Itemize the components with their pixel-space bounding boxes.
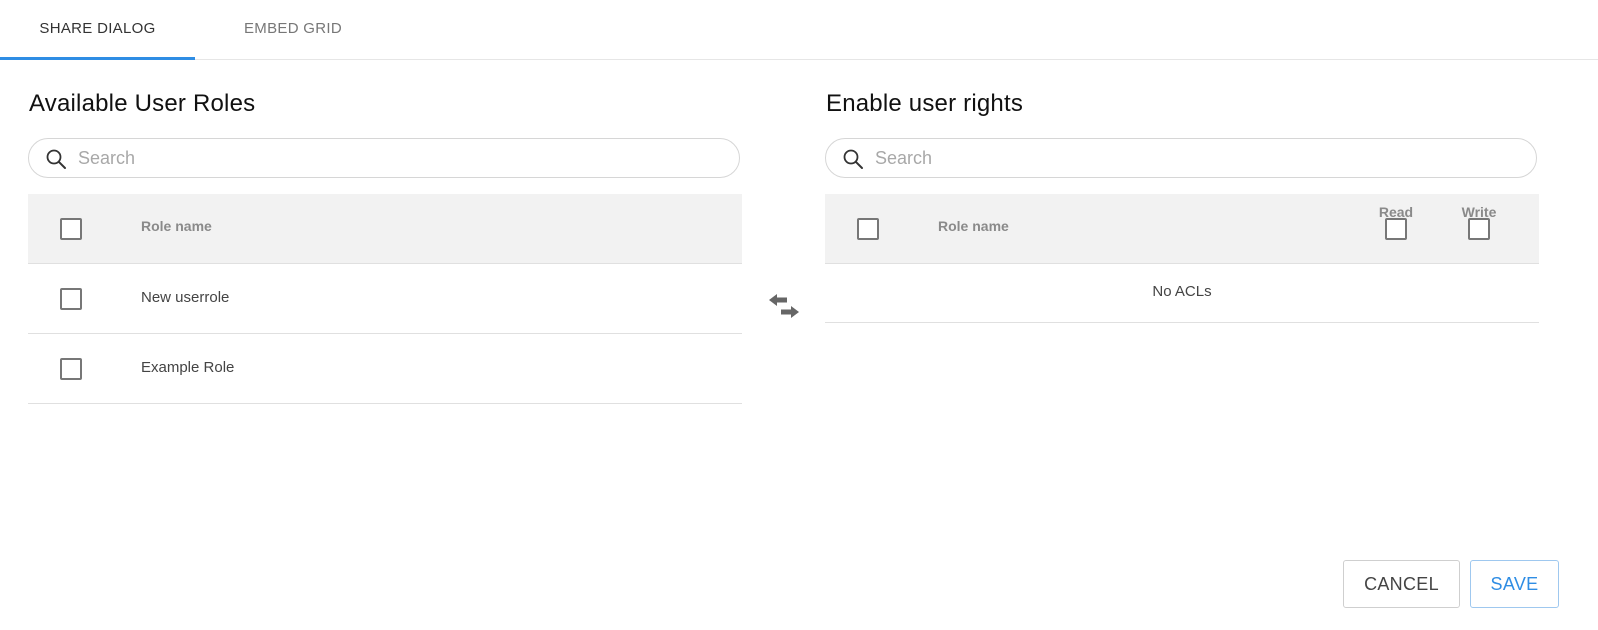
role-name-column-header: Role name xyxy=(141,218,212,234)
tab-embed-grid[interactable]: Embed grid xyxy=(195,0,391,59)
role-name-cell: New userrole xyxy=(141,289,230,306)
user-rights-table: Role name Read Write No ACLs xyxy=(825,194,1539,323)
swap-arrows-icon[interactable] xyxy=(767,292,801,320)
available-roles-search xyxy=(28,138,740,178)
available-roles-search-input[interactable] xyxy=(78,143,718,173)
read-all-checkbox[interactable] xyxy=(1385,218,1407,240)
empty-state-text: No ACLs xyxy=(1152,283,1212,300)
search-icon xyxy=(46,149,66,169)
search-icon xyxy=(843,149,863,169)
table-row[interactable]: New userrole xyxy=(28,264,742,334)
role-name-column-header: Role name xyxy=(938,218,1009,234)
select-all-checkbox[interactable] xyxy=(857,218,879,240)
user-rights-search-input[interactable] xyxy=(875,143,1515,173)
cancel-button[interactable]: CANCEL xyxy=(1343,560,1460,608)
row-checkbox[interactable] xyxy=(60,358,82,380)
empty-state-row: No ACLs xyxy=(825,264,1539,323)
table-header: Role name Read Write xyxy=(825,194,1539,264)
select-all-checkbox[interactable] xyxy=(60,218,82,240)
available-roles-title: Available User Roles xyxy=(29,90,256,117)
user-rights-search xyxy=(825,138,1537,178)
tab-bar: Share dialog Embed grid xyxy=(0,0,1598,60)
user-rights-title: Enable user rights xyxy=(826,90,1024,117)
active-tab-indicator xyxy=(0,57,195,60)
table-row[interactable]: Example Role xyxy=(28,334,742,404)
available-roles-table: Role name New userrole Example Role xyxy=(28,194,742,404)
tab-share-dialog[interactable]: Share dialog xyxy=(0,0,195,60)
save-button[interactable]: SAVE xyxy=(1470,560,1559,608)
table-header: Role name xyxy=(28,194,742,264)
write-all-checkbox[interactable] xyxy=(1468,218,1490,240)
tab-share-dialog-label: Share dialog xyxy=(39,20,156,37)
tab-embed-grid-label: Embed grid xyxy=(243,20,342,37)
role-name-cell: Example Role xyxy=(141,359,235,376)
row-checkbox[interactable] xyxy=(60,288,82,310)
